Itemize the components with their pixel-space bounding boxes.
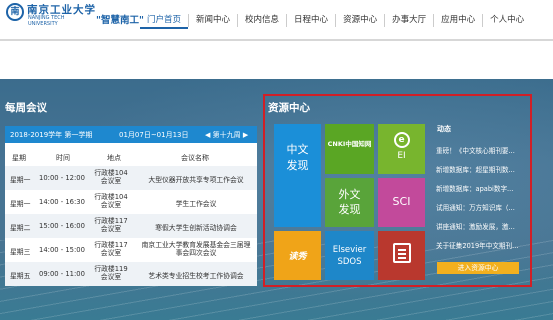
nav-apps[interactable]: 应用中心 [434,14,484,27]
tile-chinese-discovery[interactable]: 中文发现 [274,124,321,227]
news-item[interactable]: 新增数据库：apabi数字... [436,183,522,193]
ei-icon: e [393,132,410,148]
cell-day: 星期一 [10,176,31,184]
tile-chinese-discovery-label: 中文发现 [286,143,309,172]
date-range: 01月07日~01月13日 [119,131,189,139]
cell-place: 行政楼104会议室 [94,169,128,185]
university-logo-icon[interactable]: 南 [6,3,24,21]
tile-foreign-discovery-label: 外文发现 [338,188,361,216]
nav-personal[interactable]: 个人中心 [483,14,531,27]
cell-day: 星期二 [10,224,31,232]
cell-name: 寒假大学生创新活动协调会 [155,224,237,232]
tile-sci-label: SCI [392,195,411,208]
cnki-logo: CNKI中国知网 [327,140,372,148]
col-place: 地点 [107,154,121,162]
cell-time: 15:00 - 16:00 [39,222,85,230]
cell-name: 大型仪器开放共享专项工作会议 [148,176,244,184]
active-underline [140,27,189,29]
table-row[interactable]: 星期一 10:00 - 12:00 行政楼104会议室 大型仪器开放共享专项工作… [5,166,257,190]
tile-duxiu[interactable]: 读秀 [274,231,321,280]
news-item[interactable]: 关于征集2019年中文期刊... [436,240,522,250]
cell-place: 行政楼119会议室 [94,265,128,281]
cell-place: 行政楼104会议室 [94,193,128,209]
news-title: 动态 [437,125,451,133]
nav-resources[interactable]: 资源中心 [336,14,386,27]
cell-time: 14:00 - 16:30 [39,198,85,206]
duxiu-logo: 读秀 [288,252,307,262]
main-nav: 门户首页 新闻中心 校内信息 日程中心 资源中心 办事大厅 应用中心 个人中心 [140,14,531,29]
site-header: 南 南京工业大学 NANJING TECH UNIVERSITY "智慧南工" … [0,0,553,41]
tile-foreign-discovery[interactable]: 外文发现 [325,178,374,227]
cell-place: 行政楼117会议室 [94,217,128,233]
cell-name: 艺术类专业招生校考工作协调会 [148,272,244,280]
cell-day: 星期五 [10,272,31,280]
portal-slogan: "智慧南工" [96,15,144,26]
tile-ei-label: EI [397,151,406,161]
table-row[interactable]: 星期五 09:00 - 11:00 行政楼119会议室 艺术类专业招生校考工作协… [5,262,257,286]
cell-day: 星期一 [10,200,31,208]
cell-time: 09:00 - 11:00 [39,270,85,278]
week-switcher[interactable]: ◀ 第十九周 ▶ [205,130,248,140]
table-row[interactable]: 星期一 14:00 - 16:30 行政楼104会议室 学生工作会议 [5,190,257,214]
cell-day: 星期三 [10,248,31,256]
cell-time: 14:00 - 15:00 [39,246,85,254]
nav-home[interactable]: 门户首页 [140,14,190,29]
cell-place: 行政楼117会议室 [94,241,128,257]
col-name: 会议名称 [181,154,209,162]
tile-ei[interactable]: e EI [378,124,425,174]
spacer [0,43,553,79]
nav-service-hall[interactable]: 办事大厅 [385,14,435,27]
table-row[interactable]: 星期三 14:00 - 15:00 行政楼117会议室 南京工业大学教育发展基金… [5,238,257,262]
nav-news[interactable]: 新闻中心 [189,14,239,27]
enter-resources-button[interactable]: 进入资源中心 [437,262,519,274]
news-item[interactable]: 试用通知：万方知识库（... [436,202,522,212]
nav-schedule[interactable]: 日程中心 [287,14,337,27]
logo-english-name: NANJING TECH UNIVERSITY [28,15,65,27]
cell-time: 10:00 - 12:00 [39,174,85,182]
news-item[interactable]: 新增数据库：超星期刊数... [436,164,522,174]
meetings-table-header: 星期 时间 地点 会议名称 [5,151,257,164]
cell-name: 南京工业大学教育发展基金会三届理事会四次会议 [141,241,251,257]
table-row[interactable]: 星期二 15:00 - 16:00 行政楼117会议室 寒假大学生创新活动协调会 [5,214,257,238]
col-day: 星期 [12,154,26,162]
news-item[interactable]: 讲座通知：激励发展，激... [436,221,522,231]
resources-title: 资源中心 [268,102,310,114]
tile-cnki[interactable]: CNKI中国知网 [325,124,374,174]
semester-label: 2018-2019学年 第一学期 [10,131,93,139]
tile-elsevier[interactable]: Elsevier SDOS [325,231,374,280]
news-item[interactable]: 重磅！《中文核心期刊要... [436,145,522,155]
tile-library-book[interactable] [378,231,425,280]
meetings-title: 每周会议 [5,102,47,114]
tile-sci[interactable]: SCI [378,178,425,227]
book-icon [392,243,411,263]
nav-campus-info[interactable]: 校内信息 [238,14,288,27]
tile-elsevier-label: Elsevier SDOS [332,245,367,267]
meetings-toolbar: 2018-2019学年 第一学期 01月07日~01月13日 ◀ 第十九周 ▶ [5,126,257,143]
meetings-panel: 2018-2019学年 第一学期 01月07日~01月13日 ◀ 第十九周 ▶ … [5,126,257,286]
cell-name: 学生工作会议 [175,200,217,208]
col-time: 时间 [56,154,70,162]
